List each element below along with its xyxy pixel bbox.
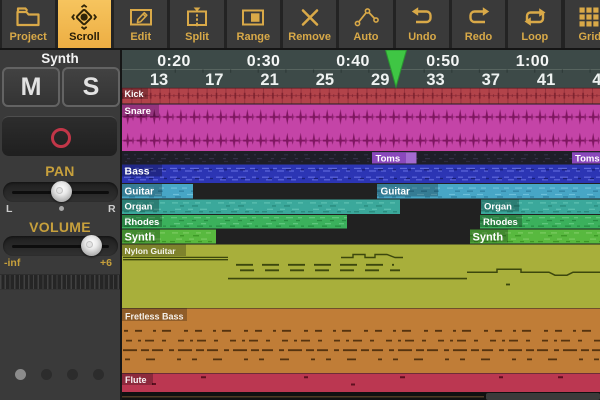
svg-text:Toms: Toms [575,154,600,165]
svg-text:Kick: Kick [125,89,145,99]
svg-text:25: 25 [316,71,334,89]
svg-text:13: 13 [150,71,168,89]
svg-text:29: 29 [371,71,389,89]
svg-text:Flute: Flute [125,375,147,385]
svg-text:Snare: Snare [125,106,151,117]
svg-text:Fretless Bass: Fretless Bass [125,312,184,322]
svg-text:Synth: Synth [473,232,504,244]
svg-text:0:50: 0:50 [426,53,460,70]
svg-text:37: 37 [482,71,500,89]
svg-text:Rhodes: Rhodes [483,217,518,228]
svg-text:Toms: Toms [376,154,401,165]
svg-text:45: 45 [592,71,600,89]
svg-text:Organ: Organ [125,202,153,213]
svg-text:41: 41 [537,71,555,89]
svg-text:33: 33 [426,71,444,89]
svg-text:0:40: 0:40 [336,53,370,70]
svg-text:Guitar: Guitar [381,187,411,198]
svg-text:0:30: 0:30 [247,53,281,70]
svg-text:Bass: Bass [125,166,150,178]
svg-text:0:20: 0:20 [157,53,191,70]
svg-text:Organ: Organ [484,202,512,213]
svg-text:Guitar: Guitar [125,187,155,198]
svg-text:21: 21 [260,71,278,89]
svg-text:Nylon Guitar: Nylon Guitar [125,246,177,256]
svg-text:Synth: Synth [125,232,156,244]
svg-text:1:00: 1:00 [516,53,550,70]
svg-text:Rhodes: Rhodes [125,217,160,228]
svg-text:17: 17 [205,71,223,89]
